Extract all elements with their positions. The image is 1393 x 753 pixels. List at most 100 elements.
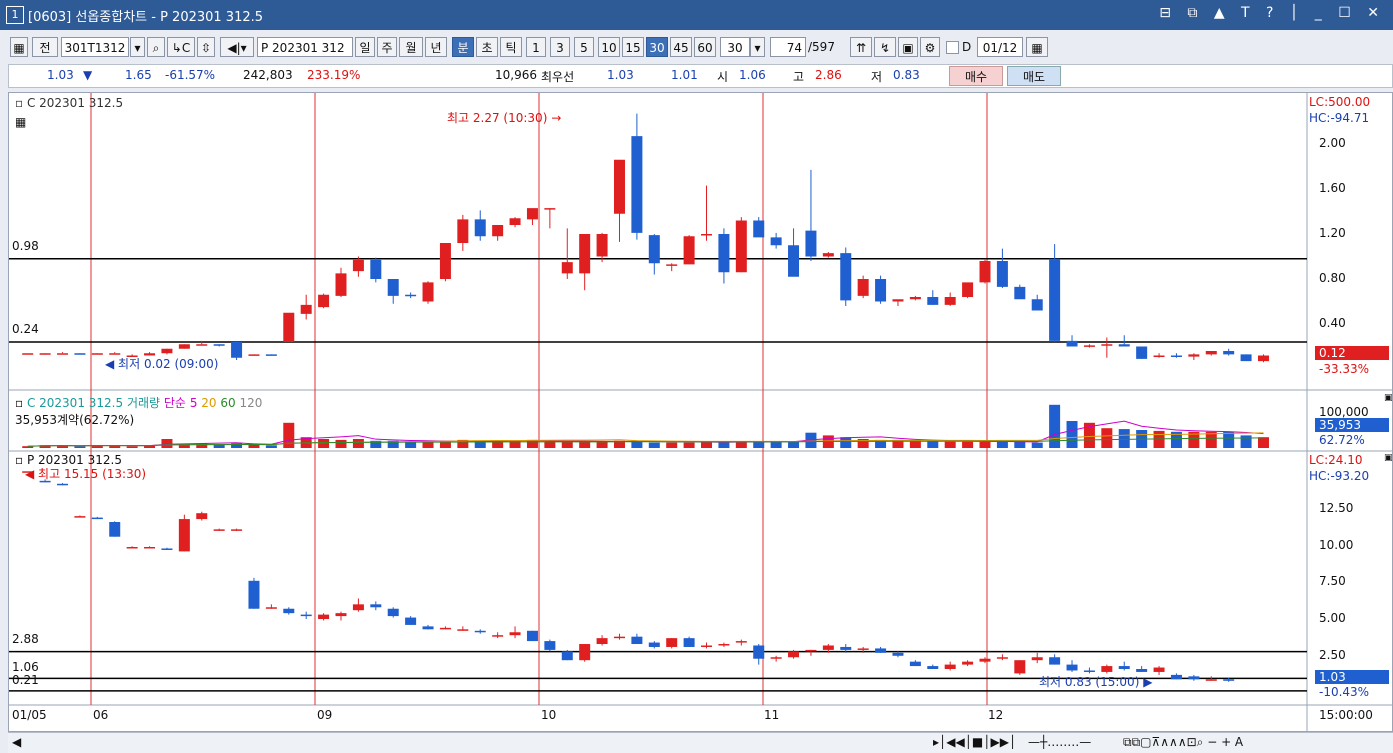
panel1-candle	[422, 282, 434, 302]
window-controls[interactable]: ⊟ ⧉ ▲ T ? │ _ ☐ ✕	[1159, 5, 1385, 21]
panel3-candle	[474, 630, 486, 633]
search-icon[interactable]: ⌕	[147, 37, 165, 57]
interval-60[interactable]: 60	[694, 37, 716, 57]
volume-bar	[335, 439, 347, 448]
panel3-collapse-icon[interactable]: ▣	[1384, 453, 1393, 463]
panel3-candle	[805, 649, 817, 652]
panel3-candle	[300, 614, 312, 617]
chart-canvas[interactable]	[9, 93, 1393, 733]
interval-input[interactable]: 30	[720, 37, 750, 57]
panel3-candle	[213, 529, 225, 531]
chart-tools-icons[interactable]: ⧉⧉▢⊼∧∧∧⊡⌕ − + A	[1123, 735, 1243, 750]
volume-bar	[544, 441, 556, 448]
panel1-candle	[944, 297, 956, 305]
unit-tick[interactable]: 틱	[500, 37, 522, 57]
panel3-min-label: 최저 0.83 (15:00) ▶	[1039, 675, 1153, 689]
panel3-candle	[753, 645, 765, 659]
volume-bar	[1049, 404, 1061, 448]
panel1-table-icon[interactable]: ▦	[15, 115, 26, 129]
chart-area[interactable]: ▫ C 202301 312.5 ▦ 최고 2.27 (10:30) → ◀ 최…	[8, 92, 1393, 733]
volume-bar	[1014, 441, 1026, 448]
panel3-hline-label-3: 0.21	[12, 673, 39, 687]
panel3-candle	[387, 608, 399, 617]
low-value: 0.83	[893, 68, 920, 82]
panel3-hline-label-2: 1.06	[12, 660, 39, 674]
scroll-left-icon[interactable]: ◀	[12, 735, 21, 749]
high-label: 고	[793, 70, 805, 84]
interval-15[interactable]: 15	[622, 37, 644, 57]
panel3-candle	[944, 664, 956, 670]
panel1-hc: HC:-94.71	[1309, 111, 1370, 125]
speaker-icon[interactable]: ◀|▾	[220, 37, 254, 57]
down-arrow-icon: ▼	[83, 68, 93, 82]
period-month[interactable]: 월	[399, 37, 423, 57]
volume-bar	[683, 442, 695, 448]
panel3-candle	[178, 519, 190, 552]
panel1-candle	[1240, 354, 1252, 362]
chevron-down-icon[interactable]: ▾	[750, 37, 765, 57]
panel3-candle	[1223, 679, 1235, 681]
xaxis-time: 15:00:00	[1319, 708, 1373, 722]
period-year[interactable]: 년	[425, 37, 447, 57]
panel1-candle	[335, 273, 347, 296]
unit-minute[interactable]: 분	[452, 37, 474, 57]
panel3-candle	[509, 632, 521, 636]
panel1-axis-1: 2.00	[1319, 136, 1346, 150]
panel1-candle	[1049, 258, 1061, 341]
interval-45[interactable]: 45	[670, 37, 692, 57]
panel3-candle	[996, 657, 1008, 659]
panel1-axis-4: 0.80	[1319, 271, 1346, 285]
interval-1[interactable]: 1	[526, 37, 546, 57]
layout-icon[interactable]: ▦	[10, 37, 28, 57]
sell-button[interactable]: 매도	[1007, 66, 1061, 86]
volume-bar	[283, 422, 295, 448]
panel3-candle	[979, 658, 991, 662]
period-week[interactable]: 주	[377, 37, 397, 57]
stepper-icon[interactable]: ⇳	[197, 37, 215, 57]
save-icon[interactable]: ▣	[898, 37, 918, 57]
panel1-candle	[1118, 344, 1130, 347]
playback-controls[interactable]: ▸│◀◀│■│▶▶│	[933, 735, 1016, 749]
panel1-candle	[231, 342, 243, 358]
panel1-candle	[318, 294, 330, 308]
buy-button[interactable]: 매수	[949, 66, 1003, 86]
quantity: 10,966	[495, 68, 537, 82]
d-checkbox[interactable]	[946, 41, 959, 54]
panel2-collapse-icon[interactable]: ▣	[1384, 393, 1393, 403]
volume-bar	[1257, 437, 1269, 448]
unit-second[interactable]: 초	[476, 37, 498, 57]
code-input[interactable]: 301T1312	[61, 37, 129, 57]
calendar-icon[interactable]: ▦	[1026, 37, 1048, 57]
product-field[interactable]: P 202301 312	[257, 37, 353, 57]
code-select-icon[interactable]: ↳C	[167, 37, 195, 57]
panel3-candle	[231, 529, 243, 531]
volume-bar	[126, 446, 138, 448]
panel1-min-label: ◀ 최저 0.02 (09:00)	[105, 357, 219, 371]
chevron-down-icon[interactable]: ▾	[130, 37, 145, 57]
volume-bar	[161, 439, 173, 448]
panel3-candle	[74, 516, 86, 518]
interval-5[interactable]: 5	[574, 37, 594, 57]
gear-icon[interactable]: ⚙	[920, 37, 940, 57]
panel1-candle	[492, 225, 504, 237]
draw-tool-icon[interactable]: ↯	[874, 37, 896, 57]
volume-bar	[1066, 421, 1078, 448]
panel3-candle	[335, 613, 347, 617]
panel1-current-pct: -33.33%	[1319, 362, 1370, 376]
panel1-candle	[387, 279, 399, 296]
panel3-current-badge: 1.03	[1315, 670, 1389, 684]
panel3-candle	[526, 630, 538, 642]
date-input[interactable]: 01/12	[977, 37, 1023, 57]
panel3-candle	[909, 661, 921, 667]
zoom-slider[interactable]: —┼‥‥‥‥—	[1028, 735, 1091, 749]
horizontal-scrollbar[interactable]: ◀ ▸│◀◀│■│▶▶│ —┼‥‥‥‥— ⧉⧉▢⊼∧∧∧⊡⌕ − + A	[8, 732, 1393, 753]
period-day[interactable]: 일	[355, 37, 375, 57]
interval-10[interactable]: 10	[598, 37, 620, 57]
panel1-candle	[178, 344, 190, 349]
jeon-button[interactable]: 전	[32, 37, 58, 57]
interval-3[interactable]: 3	[550, 37, 570, 57]
interval-30[interactable]: 30	[646, 37, 668, 57]
volume-bar	[1240, 435, 1252, 448]
compare-icon[interactable]: ⇈	[850, 37, 872, 57]
count-input[interactable]: 74	[770, 37, 806, 57]
